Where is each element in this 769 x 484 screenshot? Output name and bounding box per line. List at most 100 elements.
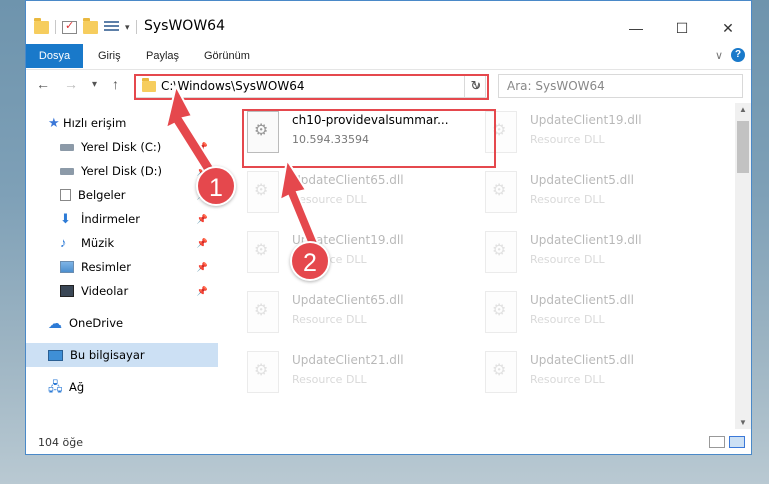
tiles-view-icon[interactable]: [729, 436, 745, 448]
file-description: Resource DLL: [530, 193, 605, 206]
sidebar-item-label: Hızlı erişim: [63, 116, 127, 130]
file-item[interactable]: UpdateClient19.dll Resource DLL: [457, 107, 682, 163]
file-name: UpdateClient5.dll: [530, 173, 634, 187]
dll-file-icon: [247, 351, 279, 393]
file-item[interactable]: UpdateClient65.dll Resource DLL: [219, 287, 444, 343]
toolbar-divider: [135, 20, 137, 34]
sidebar-item-label: Ağ: [69, 380, 85, 394]
navigation-bar: ← → ▾ ↑ C:\Windows\SysWOW64 ∨ ↻ Ara: Sys…: [26, 69, 751, 101]
address-path[interactable]: C:\Windows\SysWOW64: [161, 79, 469, 93]
scroll-up-icon[interactable]: ▲: [735, 105, 751, 114]
maximize-button[interactable]: ☐: [659, 16, 705, 40]
file-description: Resource DLL: [530, 373, 605, 386]
sidebar-item-network[interactable]: 🖧 Ağ: [26, 375, 218, 399]
window-title: SysWOW64: [144, 18, 225, 34]
file-item[interactable]: UpdateClient21.dll Resource DLL: [219, 347, 444, 403]
tab-file[interactable]: Dosya: [26, 44, 83, 68]
sidebar-item-onedrive[interactable]: ☁ OneDrive: [26, 311, 218, 335]
sidebar-item-this-pc[interactable]: Bu bilgisayar: [26, 343, 218, 367]
sidebar-item-quick-access[interactable]: ★ Hızlı erişim: [26, 111, 218, 135]
sidebar-item-local-disk-c[interactable]: Yerel Disk (C:) 📌: [26, 135, 218, 159]
forward-button[interactable]: →: [64, 76, 78, 92]
status-bar: 104 öğe: [26, 431, 751, 455]
file-name: ch10-providevalsummar...: [292, 113, 449, 127]
new-folder-icon[interactable]: [83, 17, 98, 34]
star-icon: ★: [48, 115, 60, 130]
sidebar-item-label: OneDrive: [69, 316, 124, 330]
dll-file-icon: [485, 231, 517, 273]
network-icon: 🖧: [48, 379, 63, 394]
file-name: UpdateClient5.dll: [530, 293, 634, 307]
sidebar-item-label: Videolar: [81, 284, 129, 298]
file-description: Resource DLL: [530, 133, 605, 146]
file-item[interactable]: UpdateClient5.dll Resource DLL: [457, 167, 682, 223]
dll-file-icon: [485, 351, 517, 393]
videos-icon: [60, 285, 74, 297]
tab-share[interactable]: Paylaş: [134, 44, 191, 68]
pin-icon[interactable]: 📌: [197, 262, 208, 273]
file-item[interactable]: UpdateClient19.dll Resource DLL: [457, 227, 682, 283]
window-controls: — ☐ ✕: [613, 16, 751, 40]
tab-home[interactable]: Giriş: [86, 44, 133, 68]
properties-icon[interactable]: [62, 19, 77, 34]
sidebar-item-documents[interactable]: Belgeler 📌: [26, 183, 218, 207]
download-icon: ⬇: [60, 211, 71, 226]
search-input[interactable]: Ara: SysWOW64: [498, 74, 743, 98]
pin-icon[interactable]: 📌: [197, 286, 208, 297]
file-description: Resource DLL: [292, 373, 367, 386]
file-item-highlighted[interactable]: ch10-providevalsummar... 10.594.33594: [219, 107, 449, 163]
toolbar-divider: [55, 20, 56, 34]
close-button[interactable]: ✕: [705, 16, 751, 40]
sidebar-item-downloads[interactable]: ⬇ İndirmeler 📌: [26, 207, 218, 231]
recent-locations-button[interactable]: ▾: [92, 79, 97, 90]
file-description: Resource DLL: [292, 193, 367, 206]
folder-icon: [34, 17, 49, 34]
explorer-window: ▾ SysWOW64 — ☐ ✕ Dosya Giriş Paylaş Görü…: [25, 0, 752, 455]
file-name: UpdateClient19.dll: [530, 113, 642, 127]
tab-view[interactable]: Görünüm: [192, 44, 262, 68]
back-button[interactable]: ←: [36, 76, 50, 92]
view-switcher: [709, 436, 745, 448]
file-item[interactable]: UpdateClient19.dll Resource DLL: [219, 227, 444, 283]
file-item[interactable]: UpdateClient5.dll Resource DLL: [457, 287, 682, 343]
file-description: Resource DLL: [292, 313, 367, 326]
sidebar-item-local-disk-d[interactable]: Yerel Disk (D:) 📌: [26, 159, 218, 183]
item-count: 104 öğe: [38, 436, 83, 449]
vertical-scrollbar[interactable]: ▲ ▼: [735, 103, 751, 429]
expand-ribbon-icon[interactable]: ∨: [715, 49, 723, 62]
quick-access-toolbar: ▾: [34, 17, 137, 34]
scroll-down-icon[interactable]: ▼: [735, 418, 751, 427]
file-description: Resource DLL: [530, 313, 605, 326]
file-item[interactable]: UpdateClient5.dll Resource DLL: [457, 347, 682, 403]
dll-file-icon: [247, 111, 279, 153]
file-name: UpdateClient65.dll: [292, 173, 404, 187]
customize-toolbar-icon[interactable]: ▾: [125, 22, 130, 33]
help-icon[interactable]: ?: [731, 48, 745, 62]
dll-file-icon: [485, 291, 517, 333]
sidebar-item-label: Yerel Disk (C:): [81, 140, 162, 154]
file-name: UpdateClient5.dll: [530, 353, 634, 367]
computer-icon: [48, 349, 63, 361]
view-options-icon[interactable]: [104, 20, 119, 34]
details-view-icon[interactable]: [709, 436, 725, 448]
folder-icon: [142, 77, 156, 92]
file-version: 10.594.33594: [292, 133, 369, 146]
pin-icon[interactable]: 📌: [197, 214, 208, 225]
address-bar[interactable]: C:\Windows\SysWOW64 ∨: [135, 74, 486, 98]
sidebar-item-label: Bu bilgisayar: [70, 348, 145, 362]
sidebar-item-videos[interactable]: Videolar 📌: [26, 279, 218, 303]
drive-icon: [60, 167, 74, 175]
up-button[interactable]: ↑: [112, 76, 119, 92]
scrollbar-thumb[interactable]: [737, 121, 749, 173]
pin-icon[interactable]: 📌: [197, 238, 208, 249]
file-description: Resource DLL: [530, 253, 605, 266]
pin-icon[interactable]: 📌: [197, 142, 208, 153]
minimize-button[interactable]: —: [613, 16, 659, 40]
dll-file-icon: [247, 171, 279, 213]
sidebar-item-label: İndirmeler: [81, 212, 140, 226]
refresh-button[interactable]: ↻: [464, 74, 488, 98]
file-item[interactable]: UpdateClient65.dll Resource DLL: [219, 167, 444, 223]
sidebar-item-music[interactable]: ♪ Müzik 📌: [26, 231, 218, 255]
sidebar-item-pictures[interactable]: Resimler 📌: [26, 255, 218, 279]
sidebar-item-label: Müzik: [81, 236, 115, 250]
